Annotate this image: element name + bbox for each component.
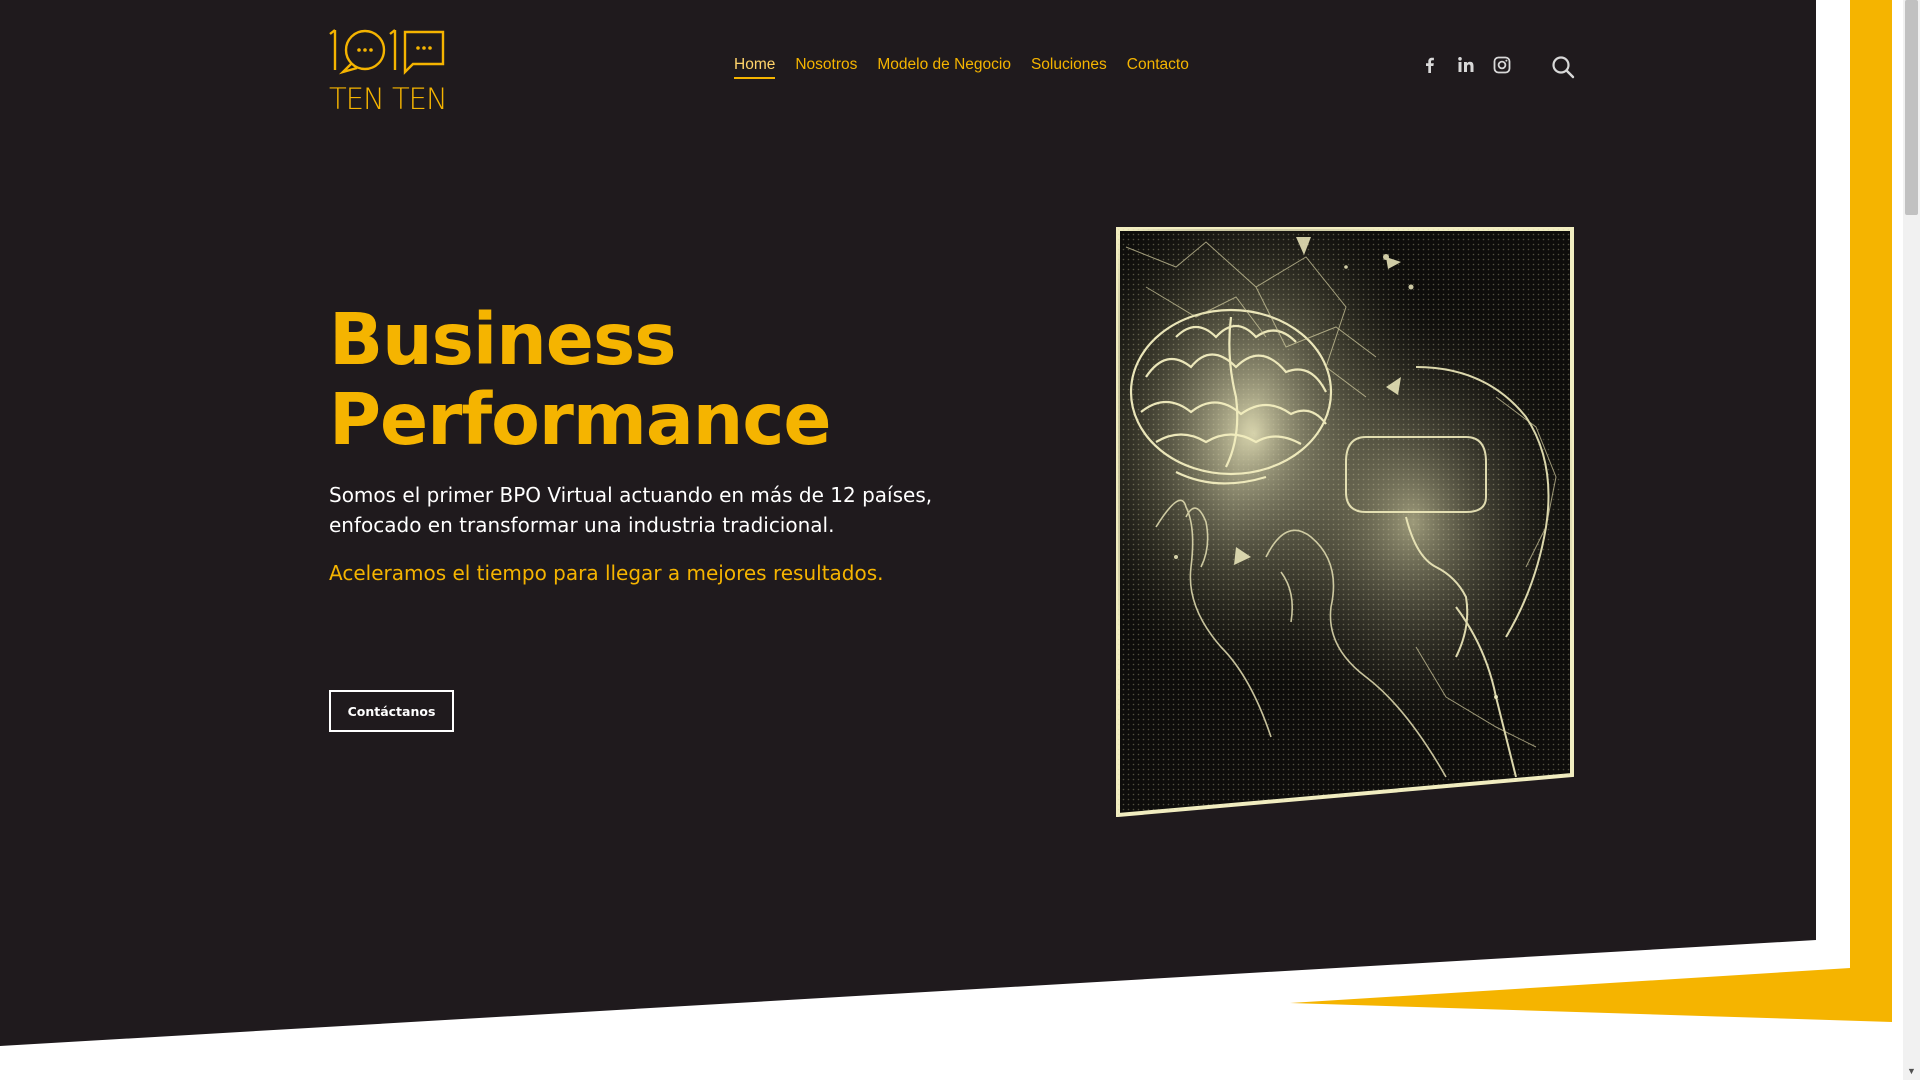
hero-description: Somos el primer BPO Virtual actuando en …: [329, 480, 933, 540]
facebook-icon[interactable]: [1421, 56, 1439, 74]
nav-item-home[interactable]: Home: [734, 56, 776, 79]
nav-item-contacto[interactable]: Contacto: [1127, 56, 1189, 79]
main-nav: Home Nosotros Modelo de Negocio Solucion…: [734, 56, 1189, 79]
linkedin-icon[interactable]: [1457, 56, 1475, 74]
search-icon[interactable]: [1551, 55, 1575, 79]
social-links: [1421, 56, 1511, 74]
scroll-down-arrow-icon[interactable]: ▼: [1906, 1066, 1917, 1076]
logo-text: TEN TEN: [329, 82, 448, 116]
nav-item-modelo-de-negocio[interactable]: Modelo de Negocio: [877, 56, 1011, 79]
hero-title-line-2: Performance: [329, 378, 832, 461]
hero-background: [0, 0, 1920, 1080]
nav-item-nosotros[interactable]: Nosotros: [795, 56, 857, 79]
hero-title-line-1: Business: [329, 298, 676, 381]
hero-illustration: [1116, 227, 1574, 817]
scrollbar-thumb[interactable]: [1905, 0, 1918, 215]
nav-item-soluciones[interactable]: Soluciones: [1031, 56, 1107, 79]
hero-description-line-1: Somos el primer BPO Virtual actuando en …: [329, 483, 933, 507]
instagram-icon[interactable]: [1493, 56, 1511, 74]
contact-button[interactable]: Contáctanos: [329, 690, 454, 732]
hero-tagline: Aceleramos el tiempo para llegar a mejor…: [329, 561, 884, 585]
logo[interactable]: TEN TEN: [329, 26, 449, 116]
hero-title: Business Performance: [329, 298, 832, 461]
hero-description-line-2: enfocado en transformar una industria tr…: [329, 513, 835, 537]
logo-mark-icon: [329, 29, 445, 75]
